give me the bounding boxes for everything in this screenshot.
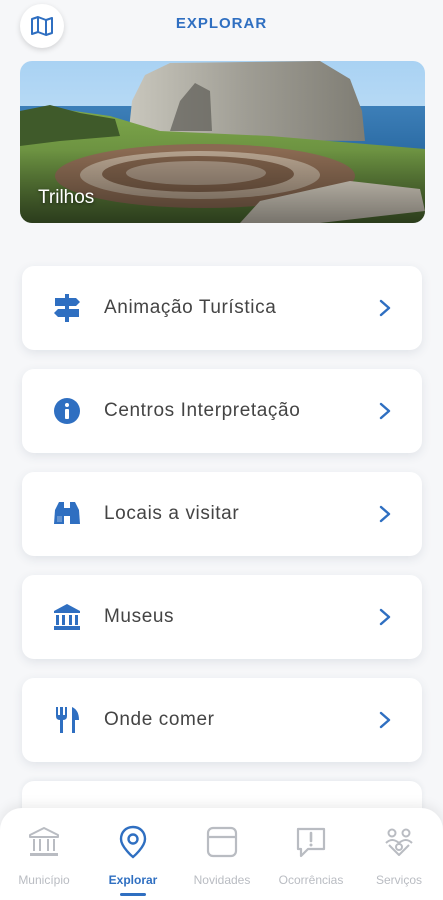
chevron-right-icon (379, 299, 391, 317)
location-pin-icon (119, 825, 147, 859)
utensils-icon (52, 706, 82, 734)
tab-ocorrencias[interactable]: Ocorrências (267, 822, 355, 892)
tab-novidades[interactable]: Novidades (178, 822, 266, 892)
menu-item-animacao-turistica[interactable]: Animação Turística (22, 266, 422, 350)
news-icon (206, 826, 238, 858)
tab-servicos[interactable]: Serviços (355, 822, 443, 892)
chevron-right-icon (379, 505, 391, 523)
menu-item-locais-a-visitar[interactable]: Locais a visitar (22, 472, 422, 556)
museum-icon (52, 603, 82, 631)
bottom-tab-bar: Município Explorar Novidades Ocorrências… (0, 808, 443, 900)
menu-item-label: Centros Interpretação (104, 400, 301, 421)
menu-item-label: Onde comer (104, 709, 215, 730)
binoculars-icon (52, 500, 82, 528)
chevron-right-icon (379, 711, 391, 729)
menu-item-label: Locais a visitar (104, 503, 240, 524)
tab-label: Município (18, 873, 70, 887)
tab-label: Serviços (375, 873, 422, 887)
menu-item-onde-comer[interactable]: Onde comer (22, 678, 422, 762)
hero-card-trilhos[interactable]: Trilhos (20, 61, 425, 223)
tab-explorar[interactable]: Explorar (89, 822, 177, 896)
explore-menu-list: Animação Turística Centros Interpretação (22, 266, 422, 860)
tab-municipio[interactable]: Município (0, 822, 88, 892)
tab-label: Ocorrências (278, 873, 344, 887)
signpost-icon (52, 294, 82, 322)
hero-label: Trilhos (38, 187, 95, 208)
page-title: EXPLORAR (175, 15, 268, 32)
alert-chat-icon (296, 827, 326, 858)
info-icon (52, 397, 82, 425)
services-icon (385, 828, 413, 856)
header: EXPLORAR (0, 0, 443, 52)
chevron-right-icon (379, 608, 391, 626)
tab-label: Explorar (108, 873, 158, 887)
active-tab-indicator (120, 893, 146, 896)
tab-label: Novidades (193, 873, 251, 887)
chevron-right-icon (379, 402, 391, 420)
building-icon (29, 827, 59, 856)
menu-item-museus[interactable]: Museus (22, 575, 422, 659)
menu-item-centros-interpretacao[interactable]: Centros Interpretação (22, 369, 422, 453)
menu-item-label: Animação Turística (104, 297, 277, 318)
menu-item-label: Museus (104, 606, 175, 627)
